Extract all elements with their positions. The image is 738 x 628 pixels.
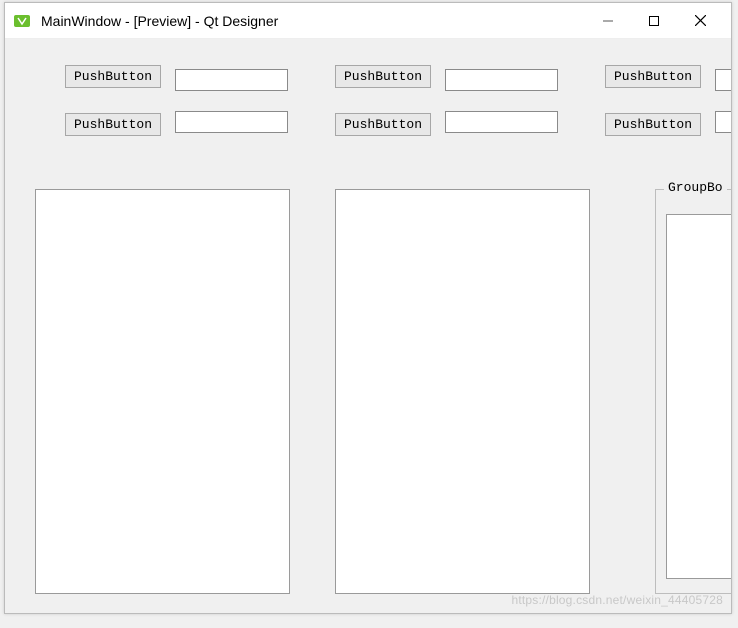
push-button-3[interactable]: PushButton (605, 65, 701, 88)
watermark: https://blog.csdn.net/weixin_44405728 (511, 593, 723, 607)
maximize-button[interactable] (631, 3, 677, 39)
client-area: PushButton PushButton PushButton PushBut… (5, 39, 731, 613)
group-box-title: GroupBo (664, 180, 727, 195)
titlebar[interactable]: MainWindow - [Preview] - Qt Designer (5, 3, 731, 39)
line-edit-6-clipped[interactable] (715, 111, 731, 133)
qt-designer-icon (13, 12, 31, 30)
line-edit-5[interactable] (445, 111, 558, 133)
push-button-1[interactable]: PushButton (65, 65, 161, 88)
minimize-button[interactable] (585, 3, 631, 39)
line-edit-2[interactable] (445, 69, 558, 91)
main-window: MainWindow - [Preview] - Qt Designer Pus… (4, 2, 732, 614)
list-widget-2[interactable] (335, 189, 590, 594)
close-button[interactable] (677, 3, 723, 39)
group-box: GroupBo (655, 189, 731, 594)
push-button-2[interactable]: PushButton (335, 65, 431, 88)
line-edit-1[interactable] (175, 69, 288, 91)
line-edit-4[interactable] (175, 111, 288, 133)
push-button-4[interactable]: PushButton (65, 113, 161, 136)
push-button-5[interactable]: PushButton (335, 113, 431, 136)
line-edit-3-clipped[interactable] (715, 69, 731, 91)
group-box-list[interactable] (666, 214, 731, 579)
list-widget-1[interactable] (35, 189, 290, 594)
push-button-6[interactable]: PushButton (605, 113, 701, 136)
window-title: MainWindow - [Preview] - Qt Designer (41, 13, 278, 29)
